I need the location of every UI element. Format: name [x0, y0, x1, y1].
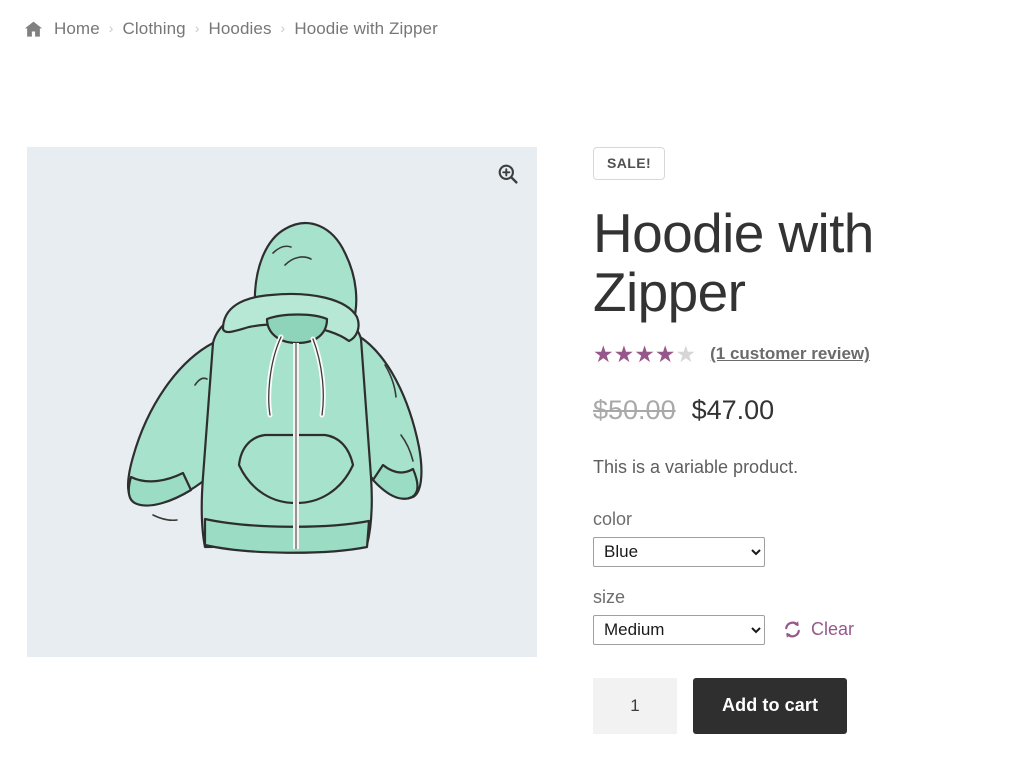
variation-size: size Medium Clear: [593, 587, 993, 645]
clear-variations-link[interactable]: Clear: [783, 619, 854, 640]
color-select[interactable]: Blue: [593, 536, 765, 567]
breadcrumb-item-hoodies[interactable]: Hoodies: [208, 19, 271, 39]
star-empty-icon: ★: [675, 340, 697, 367]
sale-badge: SALE!: [593, 147, 665, 180]
breadcrumb-item-home[interactable]: Home: [54, 19, 100, 39]
star-filled-icon: ★: [593, 340, 614, 367]
product-gallery[interactable]: [27, 147, 537, 657]
variations-form: color Blue size Medium Clear: [593, 509, 993, 645]
size-select[interactable]: Medium: [593, 614, 765, 645]
add-to-cart-form: Add to cart: [593, 677, 993, 734]
product-summary: SALE! Hoodie with Zipper ★ ★ ★ ★ ★ (1 cu…: [593, 147, 993, 734]
star-filled-icon: ★: [634, 340, 655, 367]
sale-price: $47.00: [691, 394, 775, 425]
page-title: Hoodie with Zipper: [593, 202, 874, 324]
breadcrumb-separator: ›: [108, 20, 114, 36]
star-rating: ★ ★ ★ ★ ★: [593, 340, 697, 367]
refresh-icon: [783, 620, 802, 639]
quantity-input[interactable]: [593, 677, 677, 734]
customer-review-link[interactable]: (1 customer review): [710, 344, 870, 364]
variation-label-color: color: [593, 508, 633, 529]
breadcrumb-separator: ›: [280, 20, 286, 36]
breadcrumb-item-clothing[interactable]: Clothing: [123, 19, 186, 39]
product-image[interactable]: [27, 147, 537, 657]
short-description: This is a variable product.: [593, 456, 799, 477]
zoom-in-icon[interactable]: [495, 161, 521, 187]
star-filled-icon: ★: [613, 340, 635, 367]
clear-label: Clear: [811, 619, 855, 640]
variation-color: color Blue: [593, 509, 993, 567]
variation-label-size: size: [593, 586, 626, 607]
star-filled-icon: ★: [654, 340, 676, 367]
add-to-cart-button[interactable]: Add to cart: [693, 677, 848, 734]
breadcrumb-item-current: Hoodie with Zipper: [294, 19, 438, 38]
price-row: $50.00 $47.00: [593, 395, 993, 426]
breadcrumb: Home › Clothing › Hoodies › Hoodie with …: [24, 19, 438, 39]
home-icon[interactable]: [24, 20, 43, 38]
breadcrumb-separator: ›: [194, 20, 200, 36]
original-price: $50.00: [593, 394, 676, 425]
rating-row: ★ ★ ★ ★ ★ (1 customer review): [593, 340, 993, 367]
